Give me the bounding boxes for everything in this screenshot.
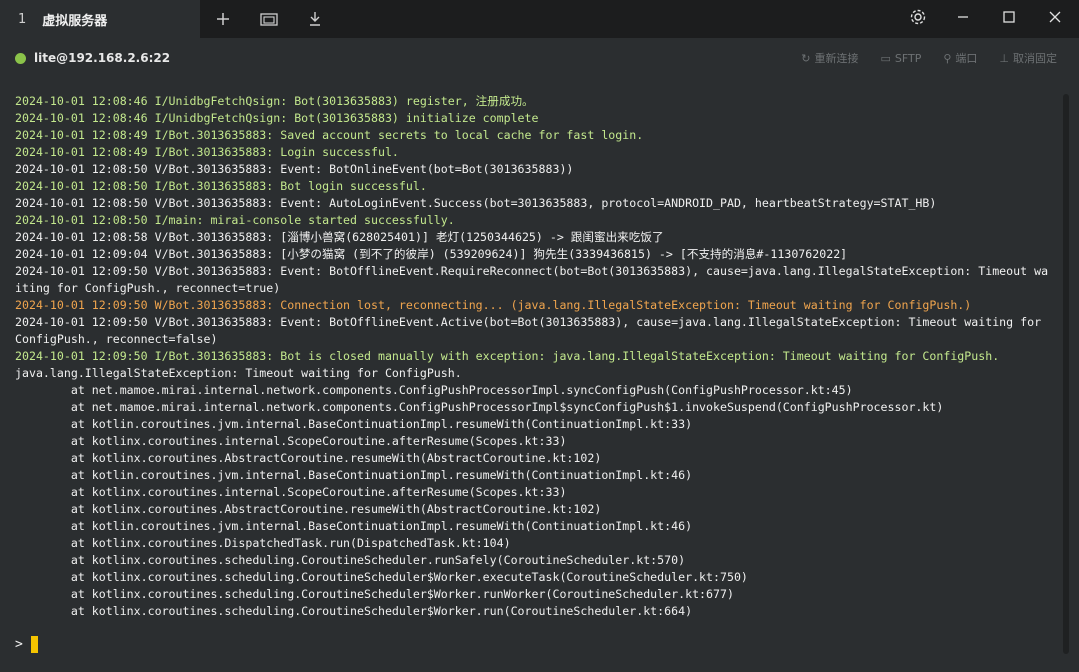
session-actions: ↻ 重新连接 ▭ SFTP ⚲ 端口 ⊥ 取消固定 [801, 38, 1057, 78]
log-line: at kotlin.coroutines.jvm.internal.BaseCo… [15, 519, 693, 533]
log-line: at kotlinx.coroutines.AbstractCoroutine.… [15, 451, 602, 465]
log-line: at net.mamoe.mirai.internal.network.comp… [15, 383, 853, 397]
sftp-icon: ▭ [880, 51, 891, 65]
log-line: at kotlinx.coroutines.AbstractCoroutine.… [15, 502, 602, 516]
log-line: at kotlinx.coroutines.scheduling.Corouti… [15, 570, 748, 584]
log-line: 2024-10-01 12:09:04 V/Bot.3013635883: [小… [15, 247, 848, 261]
session-host: lite@192.168.2.6:22 [34, 51, 171, 65]
log-line: at kotlinx.coroutines.scheduling.Corouti… [15, 587, 734, 601]
log-line: at kotlin.coroutines.jvm.internal.BaseCo… [15, 468, 693, 482]
terminal-output[interactable]: 2024-10-01 12:08:46 I/UnidbgFetchQsign: … [0, 78, 1079, 672]
maximize-icon[interactable] [989, 0, 1029, 34]
log-line: 2024-10-01 12:08:50 I/Bot.3013635883: Bo… [15, 179, 427, 193]
connection-status-dot [15, 52, 26, 64]
plug-icon: ⚲ [943, 51, 952, 65]
command-prompt[interactable]: > [15, 636, 38, 653]
log-line: 2024-10-01 12:08:49 I/Bot.3013635883: Sa… [15, 128, 644, 142]
text-cursor [30, 636, 38, 653]
tab-index: 1 [18, 11, 27, 27]
pin-icon: ⊥ [999, 51, 1009, 65]
log-line: iting for ConfigPush., reconnect=true) [15, 281, 281, 295]
log-line: at kotlinx.coroutines.scheduling.Corouti… [15, 604, 693, 618]
log-line: at kotlinx.coroutines.DispatchedTask.run… [15, 536, 511, 550]
minimize-icon[interactable] [943, 0, 983, 34]
prompt-symbol: > [15, 637, 23, 652]
log-line: java.lang.IllegalStateException: Timeout… [15, 366, 462, 380]
log-line: 2024-10-01 12:08:49 I/Bot.3013635883: Lo… [15, 145, 399, 159]
sftp-button[interactable]: ▭ SFTP [880, 52, 921, 65]
reconnect-label: 重新连接 [814, 52, 859, 65]
log-line: 2024-10-01 12:09:50 V/Bot.3013635883: Ev… [15, 315, 1042, 329]
plus-icon[interactable] [208, 0, 238, 38]
tab-virtual-server[interactable]: 1 虚拟服务器 [0, 0, 200, 38]
log-line: 2024-10-01 12:08:58 V/Bot.3013635883: [淄… [15, 230, 664, 244]
port-button[interactable]: ⚲ 端口 [943, 50, 977, 66]
log-line: at kotlinx.coroutines.scheduling.Corouti… [15, 553, 686, 567]
port-label: 端口 [955, 52, 978, 65]
log-line: 2024-10-01 12:08:46 I/UnidbgFetchQsign: … [15, 111, 539, 125]
tab-title: 虚拟服务器 [42, 13, 108, 29]
session-bar: lite@192.168.2.6:22 ↻ 重新连接 ▭ SFTP ⚲ 端口 ⊥… [0, 38, 1079, 78]
log-lines: 2024-10-01 12:08:46 I/UnidbgFetchQsign: … [15, 93, 1049, 620]
log-line: 2024-10-01 12:09:50 V/Bot.3013635883: Ev… [15, 264, 1049, 278]
reconnect-button[interactable]: ↻ 重新连接 [801, 50, 858, 66]
reconnect-icon: ↻ [801, 51, 811, 65]
log-line: at net.mamoe.mirai.internal.network.comp… [15, 400, 944, 414]
log-line: at kotlin.coroutines.jvm.internal.BaseCo… [15, 417, 693, 431]
close-icon[interactable] [1035, 0, 1075, 34]
window-icon[interactable] [254, 0, 284, 38]
sftp-label: SFTP [894, 51, 922, 65]
download-icon[interactable] [300, 0, 330, 38]
log-line: at kotlinx.coroutines.internal.ScopeCoro… [15, 434, 567, 448]
log-line: 2024-10-01 12:09:50 W/Bot.3013635883: Co… [15, 298, 972, 312]
title-bar: 1 虚拟服务器 [0, 0, 1079, 38]
log-line: 2024-10-01 12:08:50 V/Bot.3013635883: Ev… [15, 196, 937, 210]
log-line: 2024-10-01 12:08:46 I/UnidbgFetchQsign: … [15, 94, 534, 108]
settings-icon[interactable] [898, 0, 938, 34]
unpin-button[interactable]: ⊥ 取消固定 [999, 50, 1057, 66]
scrollbar[interactable] [1063, 94, 1069, 654]
unpin-label: 取消固定 [1013, 52, 1057, 65]
log-line: 2024-10-01 12:08:50 V/Bot.3013635883: Ev… [15, 162, 574, 176]
log-line: 2024-10-01 12:08:50 I/main: mirai-consol… [15, 213, 455, 227]
log-line: at kotlinx.coroutines.internal.ScopeCoro… [15, 485, 567, 499]
log-line: ConfigPush., reconnect=false) [15, 332, 218, 346]
log-line: 2024-10-01 12:09:50 I/Bot.3013635883: Bo… [15, 349, 1000, 363]
